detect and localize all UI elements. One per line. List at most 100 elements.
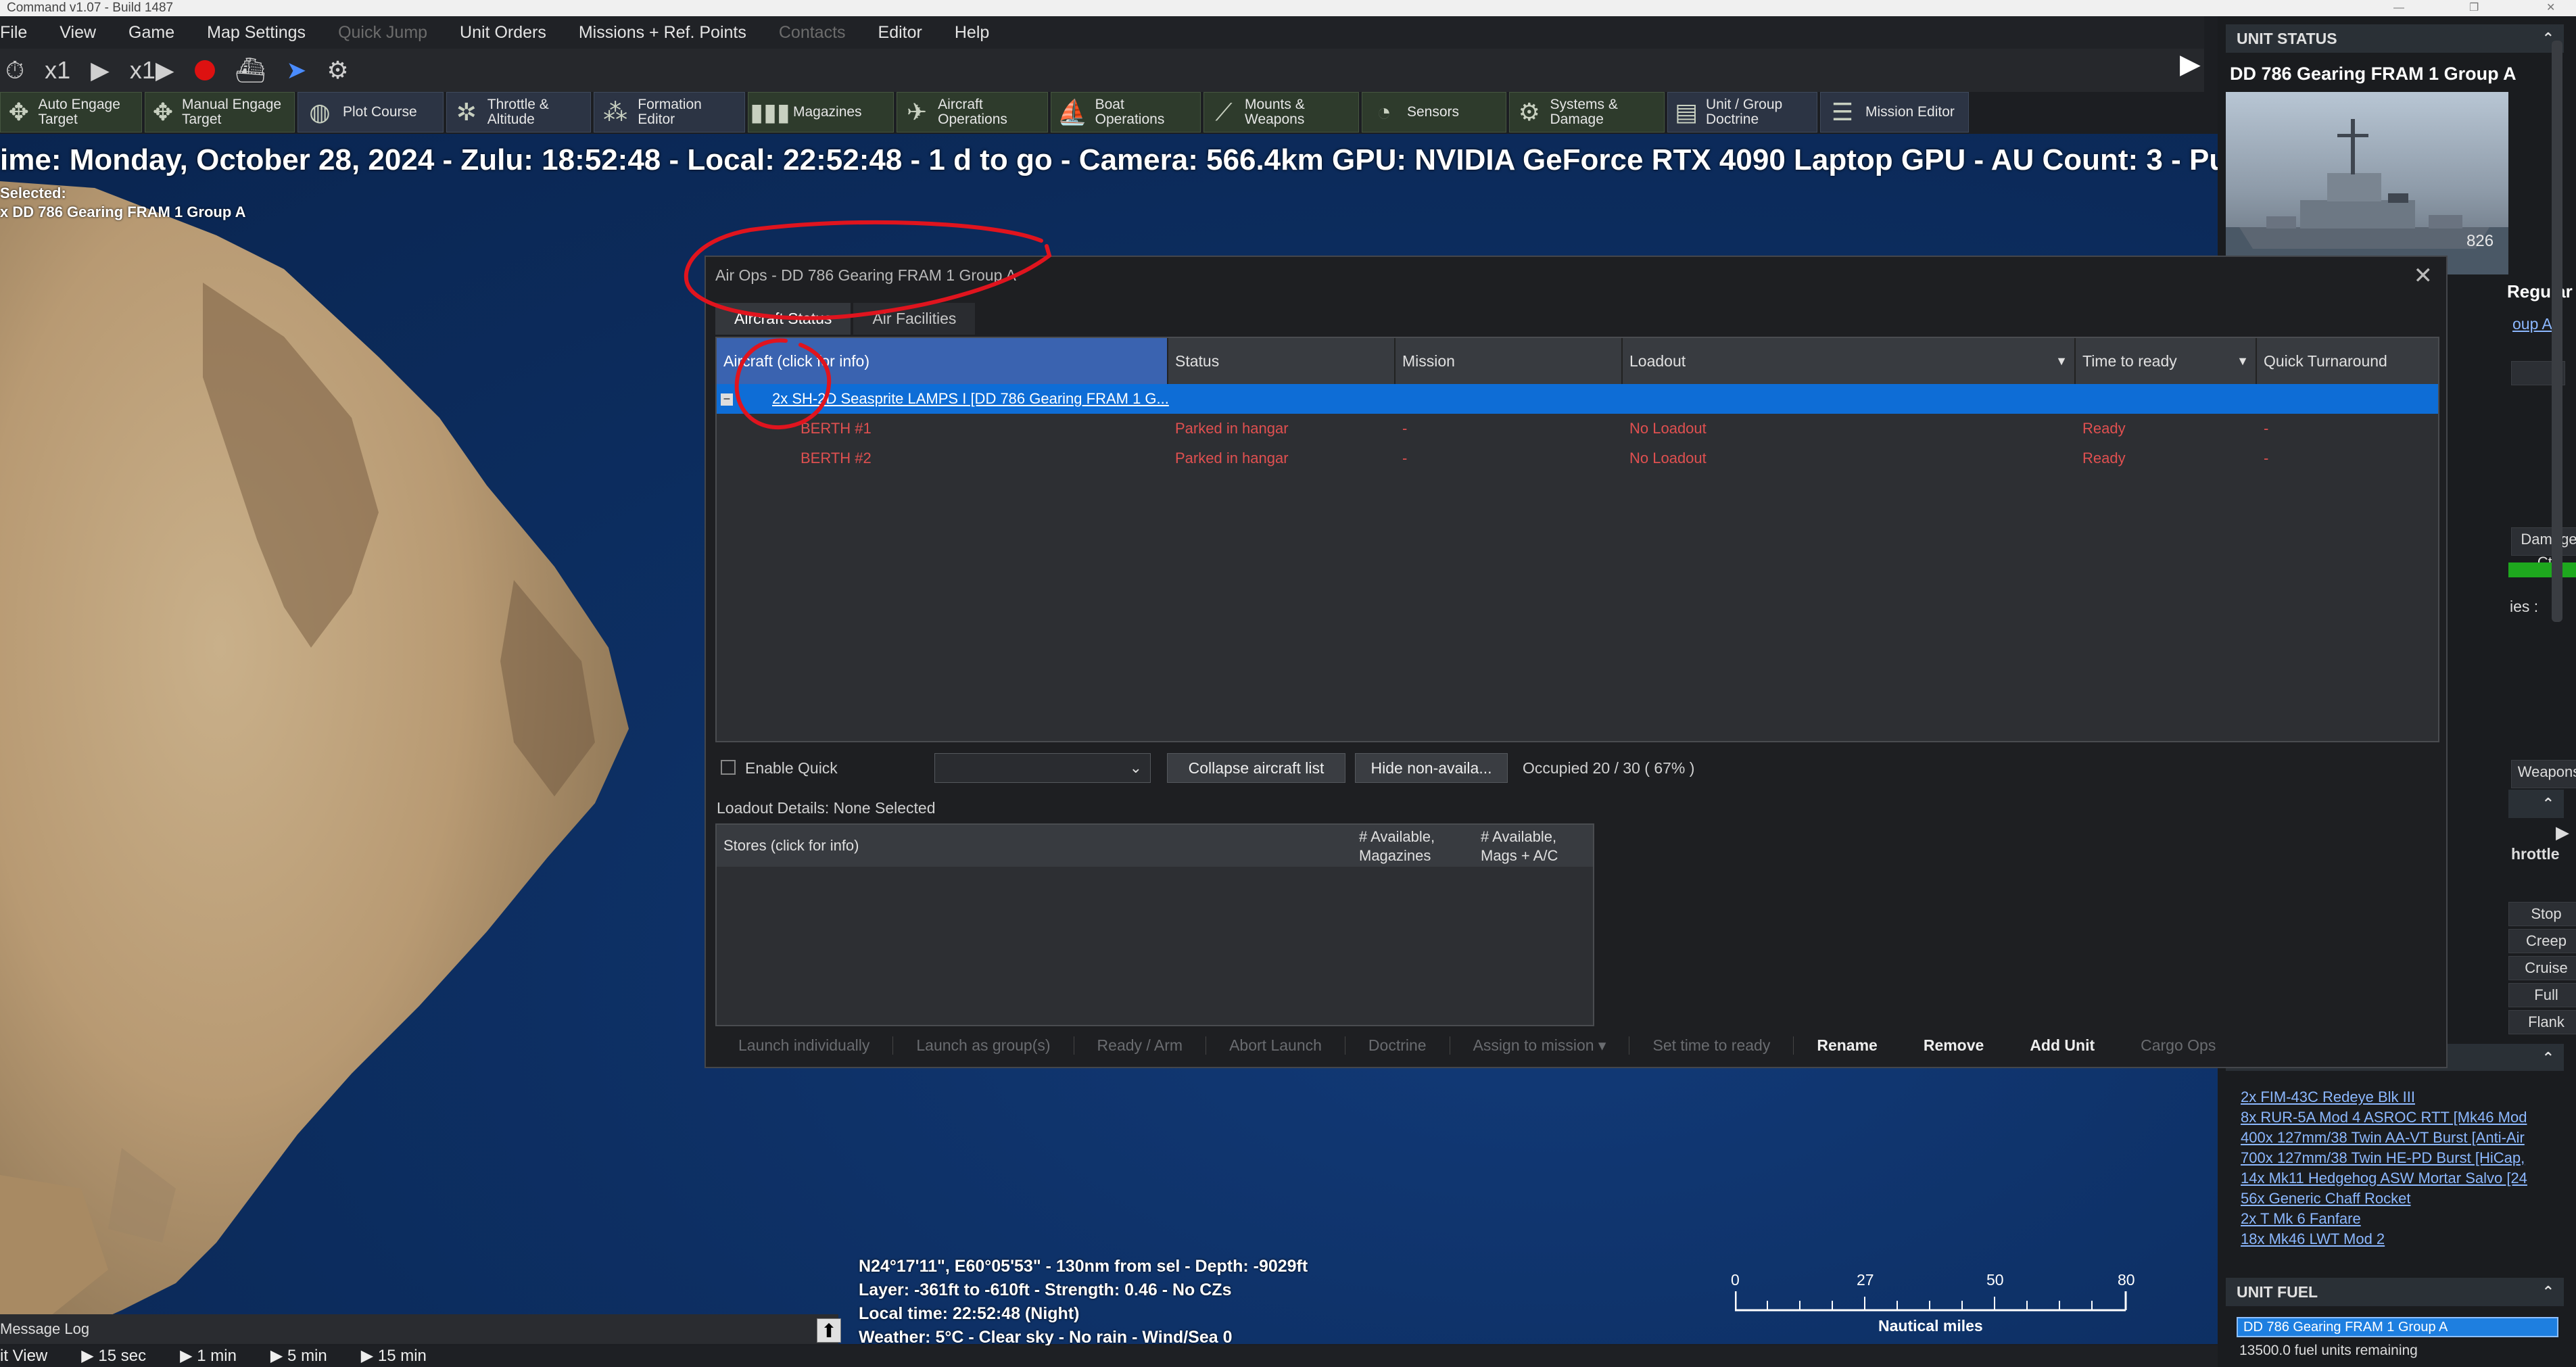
menu-editor[interactable]: Editor bbox=[862, 23, 938, 43]
aircraft-group-link[interactable]: 2x SH-2D Seasprite LAMPS I [DD 786 Geari… bbox=[772, 390, 1169, 407]
message-log-bar[interactable]: Message Log ⬆ bbox=[0, 1314, 841, 1344]
step-15sec[interactable]: ▶ 15 sec bbox=[81, 1345, 146, 1367]
throttle-stop-button[interactable]: Stop bbox=[2508, 902, 2576, 926]
collapse-icon[interactable]: ⌃ bbox=[2542, 1278, 2554, 1306]
unit-view-label[interactable]: it View bbox=[0, 1345, 47, 1367]
add-unit-button[interactable]: Add Unit bbox=[2007, 1036, 2118, 1055]
menu-help[interactable]: Help bbox=[938, 23, 1005, 43]
pointer-icon[interactable]: ➤ bbox=[286, 49, 306, 92]
throttle-creep-button[interactable]: Creep bbox=[2508, 929, 2576, 953]
close-icon[interactable]: ✕ bbox=[2414, 262, 2433, 289]
menu-unit-orders[interactable]: Unit Orders bbox=[444, 23, 563, 43]
menu-contacts[interactable]: Contacts bbox=[763, 23, 862, 43]
mounts-weapons-button[interactable]: ⟋ Mounts & Weapons bbox=[1203, 92, 1359, 133]
panel-toggle-arrow-icon[interactable]: ▶ bbox=[2180, 49, 2207, 82]
menu-map-settings[interactable]: Map Settings bbox=[191, 23, 322, 43]
menu-view[interactable]: View bbox=[43, 23, 112, 43]
assign-to-mission-button[interactable]: Assign to mission ▾ bbox=[1450, 1036, 1630, 1055]
launch-as-group-button[interactable]: Launch as group(s) bbox=[893, 1036, 1074, 1055]
col-loadout[interactable]: Loadout ▼ bbox=[1623, 338, 2076, 384]
damage-ctrl-button[interactable]: Damage Ctrl bbox=[2511, 527, 2576, 571]
col-quick-turnaround[interactable]: Quick Turnaround bbox=[2257, 338, 2438, 384]
mission-editor-button[interactable]: ☰ Mission Editor bbox=[1820, 92, 1969, 133]
boat-operations-button[interactable]: ⛵ Boat Operations bbox=[1051, 92, 1201, 133]
formation-editor-button[interactable]: ⁂ Formation Editor bbox=[594, 92, 745, 133]
unit-fuel-header[interactable]: UNIT FUEL ⌃ bbox=[2226, 1278, 2564, 1306]
filter-dropdown-icon[interactable]: ▼ bbox=[2237, 338, 2249, 384]
weapon-link[interactable]: 8x RUR-5A Mod 4 ASROC RTT [Mk46 Mod bbox=[2241, 1107, 2558, 1128]
step-1min[interactable]: ▶ 1 min bbox=[180, 1345, 237, 1367]
doctrine-button[interactable]: ▤ Unit / Group Doctrine bbox=[1667, 92, 1817, 133]
col-status[interactable]: Status bbox=[1168, 338, 1396, 384]
ready-arm-button[interactable]: Ready / Arm bbox=[1074, 1036, 1207, 1055]
rename-button[interactable]: Rename bbox=[1794, 1036, 1900, 1055]
collapse-icon[interactable]: ⌃ bbox=[2542, 790, 2554, 818]
expand-log-icon[interactable]: ⬆ bbox=[817, 1318, 841, 1343]
menu-game[interactable]: Game bbox=[112, 23, 191, 43]
table-row[interactable]: BERTH #2 Parked in hangar - No Loadout R… bbox=[717, 443, 2438, 473]
sensors-button[interactable]: ◔ Sensors bbox=[1362, 92, 1506, 133]
expand-arrow-icon[interactable]: ▶ bbox=[2556, 822, 2569, 843]
throttle-altitude-button[interactable]: ✲ Throttle & Altitude bbox=[446, 92, 591, 133]
remove-button[interactable]: Remove bbox=[1901, 1036, 2007, 1055]
throttle-flank-button[interactable]: Flank bbox=[2508, 1010, 2576, 1034]
systems-damage-button[interactable]: ⚙ Systems & Damage bbox=[1509, 92, 1665, 133]
filter-dropdown-icon[interactable]: ▼ bbox=[2055, 338, 2068, 384]
step-5min[interactable]: ▶ 5 min bbox=[270, 1345, 327, 1367]
weapon-link[interactable]: 56x Generic Chaff Rocket bbox=[2241, 1189, 2558, 1209]
step-15min[interactable]: ▶ 15 min bbox=[361, 1345, 427, 1367]
weapon-link[interactable]: 400x 127mm/38 Twin AA-VT Burst [Anti-Air bbox=[2241, 1128, 2558, 1148]
launch-individually-button[interactable]: Launch individually bbox=[715, 1036, 894, 1055]
weapon-link[interactable]: 14x Mk11 Hedgehog ASW Mortar Salvo [24 bbox=[2241, 1168, 2558, 1189]
settings-gear-icon[interactable]: ⚙ bbox=[327, 49, 348, 92]
panel-scrollbar[interactable] bbox=[2552, 41, 2562, 622]
collapse-icon[interactable]: ⌃ bbox=[2542, 1044, 2554, 1072]
close-window-icon[interactable]: ✕ bbox=[2546, 0, 2555, 16]
section-header[interactable]: ⌃ bbox=[2508, 790, 2564, 818]
weapons-button[interactable]: Weapons bbox=[2511, 760, 2576, 788]
menu-missions[interactable]: Missions + Ref. Points bbox=[563, 23, 763, 43]
aircraft-group-row[interactable]: – 2x SH-2D Seasprite LAMPS I [DD 786 Gear… bbox=[717, 384, 2438, 414]
unit-status-header[interactable]: UNIT STATUS ⌃ bbox=[2226, 24, 2564, 53]
weapon-link[interactable]: 2x T Mk 6 Fanfare bbox=[2241, 1209, 2558, 1229]
manual-engage-button[interactable]: ✥ Manual Engage Target bbox=[145, 92, 295, 133]
quick-turnaround-select[interactable]: ⌄ bbox=[934, 753, 1151, 783]
speed-step-button[interactable]: x1▶ bbox=[130, 49, 174, 92]
enable-quick-checkbox[interactable] bbox=[721, 760, 736, 775]
clock-icon[interactable]: ⏱ bbox=[5, 49, 24, 92]
col-stores[interactable]: Stores (click for info) bbox=[717, 825, 1352, 867]
col-mission[interactable]: Mission bbox=[1396, 338, 1623, 384]
col-aircraft[interactable]: Aircraft (click for info) bbox=[717, 338, 1168, 384]
col-available-mags-ac[interactable]: # Available, Mags + A/C bbox=[1474, 825, 1593, 867]
weapon-link[interactable]: 2x FIM-43C Redeye Blk III bbox=[2241, 1087, 2558, 1107]
plot-course-button[interactable]: ◍ Plot Course bbox=[297, 92, 444, 133]
throttle-cruise-button[interactable]: Cruise bbox=[2508, 956, 2576, 980]
play-icon[interactable]: ▶ bbox=[91, 49, 110, 92]
menu-quick-jump[interactable]: Quick Jump bbox=[322, 23, 444, 43]
aircraft-operations-button[interactable]: ✈ Aircraft Operations bbox=[897, 92, 1048, 133]
window-title: Command v1.07 - Build 1487 bbox=[7, 1, 174, 15]
tab-aircraft-status[interactable]: Aircraft Status bbox=[715, 303, 851, 335]
record-icon[interactable] bbox=[194, 60, 215, 80]
weapon-link[interactable]: 18x Mk46 LWT Mod 2 bbox=[2241, 1229, 2558, 1249]
auto-engage-button[interactable]: ✥ Auto Engage Target bbox=[0, 92, 142, 133]
collapse-group-icon[interactable]: – bbox=[721, 393, 733, 406]
collapse-list-button[interactable]: Collapse aircraft list bbox=[1167, 753, 1345, 783]
set-time-to-ready-button[interactable]: Set time to ready bbox=[1629, 1036, 1794, 1055]
col-time-to-ready[interactable]: Time to ready ▼ bbox=[2076, 338, 2257, 384]
doctrine-button[interactable]: Doctrine bbox=[1345, 1036, 1450, 1055]
abort-launch-button[interactable]: Abort Launch bbox=[1206, 1036, 1345, 1055]
magazines-button[interactable]: ▮▮▮ Magazines bbox=[748, 92, 894, 133]
hide-unavailable-button[interactable]: Hide non-availa... bbox=[1355, 753, 1508, 783]
table-row[interactable]: BERTH #1 Parked in hangar - No Loadout R… bbox=[717, 414, 2438, 443]
col-available-magazines[interactable]: # Available, Magazines bbox=[1352, 825, 1474, 867]
maximize-icon[interactable]: ❐ bbox=[2469, 0, 2479, 16]
group-link[interactable]: oup A bbox=[2512, 315, 2552, 333]
menu-file[interactable]: File bbox=[0, 23, 43, 43]
ship-view-icon[interactable]: ⛴ bbox=[235, 49, 266, 92]
throttle-full-button[interactable]: Full bbox=[2508, 983, 2576, 1007]
tab-air-facilities[interactable]: Air Facilities bbox=[853, 303, 976, 335]
weapon-link[interactable]: 700x 127mm/38 Twin HE-PD Burst [HiCap, bbox=[2241, 1148, 2558, 1168]
cargo-ops-button[interactable]: Cargo Ops bbox=[2118, 1036, 2239, 1055]
minimize-icon[interactable]: — bbox=[2393, 0, 2404, 16]
